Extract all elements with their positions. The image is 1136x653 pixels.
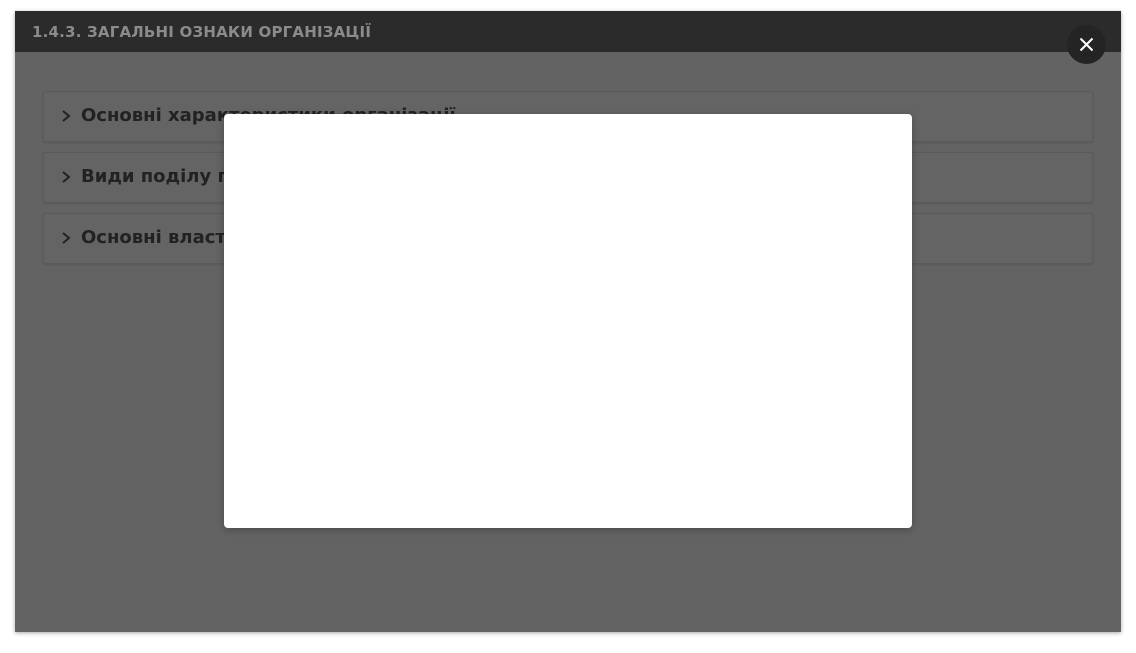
close-button[interactable] (1067, 25, 1106, 64)
chevron-right-icon (62, 232, 71, 244)
chevron-right-icon (62, 171, 71, 183)
close-icon (1079, 37, 1094, 52)
modal-dialog (224, 114, 912, 528)
title-bar: 1.4.3. ЗАГАЛЬНІ ОЗНАКИ ОРГАНІЗАЦІЇ (15, 11, 1121, 52)
page-title: 1.4.3. ЗАГАЛЬНІ ОЗНАКИ ОРГАНІЗАЦІЇ (32, 23, 372, 41)
chevron-right-icon (62, 110, 71, 122)
